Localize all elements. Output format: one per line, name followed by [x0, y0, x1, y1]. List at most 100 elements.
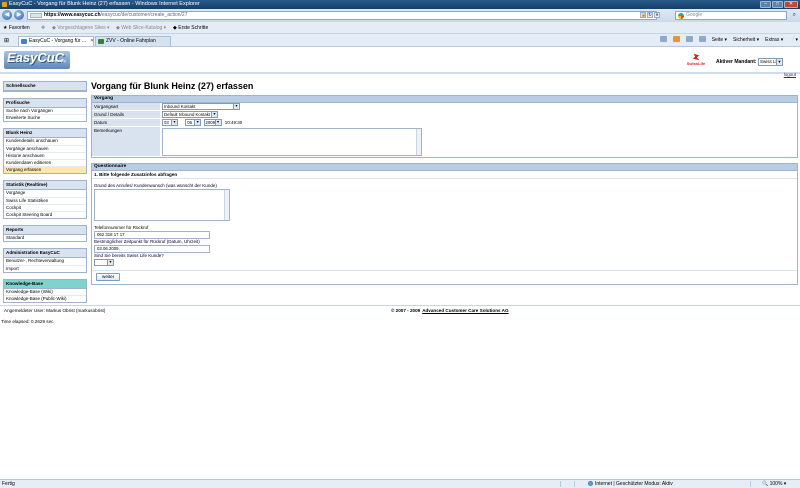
sidebar-item-vorgaenge[interactable]: Vorgänge	[4, 190, 86, 198]
chevron-down-icon: ▼	[107, 260, 113, 265]
tab-zvv[interactable]: ZVV - Online Fahrplan	[95, 36, 171, 46]
chevron-down-icon: ▼	[211, 112, 217, 117]
sidebar-item-erweiterte-suche[interactable]: Erweiterte Suche	[4, 115, 86, 121]
sidebar-item-kundendaten-editieren[interactable]: Kundendaten editieren	[4, 160, 86, 168]
address-toolbar: ◀ ▶ https://www.easycuc.ch/easycuc/de/cu…	[0, 9, 800, 22]
sidebar-item-cockpit[interactable]: Cockpit	[4, 205, 86, 213]
q3-input[interactable]: 03.06.2009,	[94, 245, 210, 253]
mail-icon[interactable]	[685, 36, 693, 42]
refresh-icon[interactable]: ↻	[647, 12, 653, 18]
main-content: Vorgang für Blunk Heinz (27) erfassen Vo…	[91, 81, 798, 285]
fav-first-steps[interactable]: ◆ Erste Schritte	[173, 22, 208, 34]
sidebar-item-vorgaenge-anschauen[interactable]: Vorgänge anschauen	[4, 146, 86, 153]
safety-menu[interactable]: Sicherheit ▾	[733, 36, 759, 45]
q2-input[interactable]: 062 318 17 17	[94, 231, 210, 239]
maximize-button[interactable]: □	[772, 1, 783, 8]
tools-menu[interactable]: Extras ▾	[765, 36, 783, 45]
tab-bar: ⊞ EasyCuC - Vorgang für ... ✕ ZVV - Onlin…	[0, 34, 800, 47]
sidebar-item-cockpit-steering[interactable]: Cockpit Steering Board	[4, 212, 86, 218]
fav-web-slice[interactable]: ◆ Web Slice-Katalog ▾	[116, 22, 166, 34]
address-host: https://www.easycuc.ch	[44, 12, 101, 18]
google-icon	[678, 13, 684, 19]
footer: Angemeldeter User: Markus Obrist (markus…	[0, 305, 800, 313]
minimize-button[interactable]: –	[760, 1, 771, 8]
stop-icon[interactable]: ✕	[654, 12, 660, 18]
zoom-level[interactable]: 🔍 100% ▾	[762, 480, 786, 488]
sidebar-item-kundendetails[interactable]: Kundendetails anschauen	[4, 138, 86, 146]
address-path: /easycuc/de/customer/create_action/27	[100, 12, 188, 18]
bemerkungen-textarea[interactable]	[162, 128, 422, 156]
sidebar-item-swisslife-statistiken[interactable]: Swiss Life Statistiken	[4, 198, 86, 205]
swiss-life-logo: SwissLife	[686, 53, 706, 71]
security-zone[interactable]: Internet | Geschützter Modus: Aktiv	[588, 480, 673, 488]
home-icon[interactable]	[659, 36, 667, 42]
tab-easycuc[interactable]: EasyCuC - Vorgang für ... ✕	[18, 36, 94, 46]
status-bar: Fertig Internet | Geschützter Modus: Akt…	[0, 479, 800, 488]
lock-icon[interactable]: 🔒	[640, 12, 646, 18]
sidebar-item-kb-wiki[interactable]: Knowledge-Base (Wiki)	[4, 289, 86, 297]
q4-label: Sind Sie bereits Swiss Life Kunde?	[94, 253, 164, 258]
easycuc-logo[interactable]: EasyCuC free reply	[4, 51, 70, 69]
weiter-button[interactable]: weiter	[96, 273, 121, 281]
window-title-bar: EasyCuC - Vorgang für Blunk Heinz (27) e…	[0, 0, 800, 9]
year-select[interactable]: 2009 ▼	[203, 119, 222, 126]
sidebar-section-admin: Administration EasyCuC Benutzer-, Rechte…	[3, 248, 87, 273]
day-select[interactable]: 03 ▼	[162, 119, 178, 126]
logged-in-user: Angemeldeter User: Markus Obrist (markus…	[4, 308, 106, 313]
favorites-button[interactable]: ★ Favoriten	[3, 22, 30, 34]
vorgangsart-select[interactable]: Inbound Kontakt ▼	[162, 103, 240, 110]
search-input[interactable]: Google ⌕	[675, 11, 796, 20]
sidebar-item-standard[interactable]: Standard	[4, 235, 86, 241]
sidebar-item-kb-public-wiki[interactable]: Knowledge-Base (Public-Wiki)	[4, 296, 86, 302]
q1-textarea[interactable]	[94, 189, 230, 221]
feeds-icon[interactable]	[672, 36, 680, 42]
easycuc-tab-icon	[21, 39, 27, 44]
grund-select[interactable]: Default Inbound Kontakt ▼	[162, 111, 218, 118]
help-icon[interactable]: ❔▾	[789, 36, 798, 45]
q3-label: Bestmöglicher Zeitpunkt für Rückruf (Dat…	[94, 239, 200, 244]
add-favorite-icon[interactable]: ✚	[41, 22, 45, 34]
status-text: Fertig	[2, 481, 15, 487]
copyright: © 2007 - 2009 Advanced Customer Care Solu…	[391, 308, 509, 313]
ssl-lock-icon	[30, 13, 42, 18]
print-icon[interactable]	[698, 36, 706, 42]
close-window-button[interactable]: ✕	[784, 1, 798, 8]
vorgang-panel: Vorgang Vorgangsart Inbound Kontakt ▼ Gru…	[91, 95, 798, 158]
page-content: EasyCuC free reply SwissLife Aktiver Mand…	[0, 47, 800, 479]
time-elapsed: Time elapsed: 0.2629 sec	[1, 319, 54, 324]
close-tab-icon[interactable]: ✕	[90, 38, 94, 44]
back-button[interactable]: ◀	[2, 10, 12, 20]
header-divider	[0, 72, 800, 74]
sidebar-item-historie[interactable]: Historie anschauen	[4, 153, 86, 161]
search-icon[interactable]: ⌕	[793, 12, 796, 19]
month-select[interactable]: 06 ▼	[185, 119, 202, 126]
sidebar-section-statistik: Statistik (Realtime) Vorgänge Swiss Life…	[3, 180, 87, 220]
sidebar-section-reports: Reports Standard	[3, 225, 87, 243]
search-placeholder: Google	[686, 12, 703, 18]
ie-icon	[2, 2, 7, 7]
sidebar-item-suche-vorgaenge[interactable]: Suche nach Vorgängen	[4, 108, 86, 116]
globe-icon	[588, 481, 593, 487]
logout-link[interactable]: logout	[784, 72, 796, 77]
chevron-down-icon: ▼	[233, 104, 239, 109]
sidebar-item-import[interactable]: Import	[4, 266, 86, 272]
mandant-label: Aktiver Mandant:	[716, 59, 757, 65]
page-title: Vorgang für Blunk Heinz (27) erfassen	[91, 81, 254, 91]
mandant-select[interactable]: Swiss Life ▼	[758, 58, 783, 66]
forward-button[interactable]: ▶	[14, 10, 24, 20]
q4-select[interactable]: ▼	[94, 259, 114, 266]
sidebar-section-customer: Blunk Heinz Kundendetails anschauen Vorg…	[3, 128, 87, 175]
questionnaire-panel: Questionnaire 1. Bitte folgende Zusatzin…	[91, 163, 798, 285]
address-input[interactable]: https://www.easycuc.ch/easycuc/de/custom…	[27, 11, 657, 20]
sidebar-item-vorgang-erfassen[interactable]: Vorgang erfassen	[4, 167, 86, 174]
page-menu[interactable]: Seite ▾	[712, 36, 727, 45]
quick-tabs-icon[interactable]: ⊞	[4, 37, 9, 44]
window-title: EasyCuC - Vorgang für Blunk Heinz (27) e…	[9, 1, 200, 7]
sidebar-item-benutzer[interactable]: Benutzer-, Rechteverwaltung	[4, 258, 86, 266]
sidebar-section-kb: Knowledge-Base Knowledge-Base (Wiki) Kno…	[3, 278, 87, 304]
sidebar-section-profisuche: Profisuche Suche nach Vorgängen Erweiter…	[3, 98, 87, 123]
sidebar: Schnellsuche Profisuche Suche nach Vorgä…	[3, 81, 87, 309]
fav-suggested-sites[interactable]: ◆ Vorgeschlagene Sites ▾	[52, 22, 110, 34]
company-link[interactable]: Advanced Customer Care Solutions AG	[422, 308, 508, 313]
sidebar-quick-search[interactable]: Schnellsuche	[4, 82, 86, 91]
